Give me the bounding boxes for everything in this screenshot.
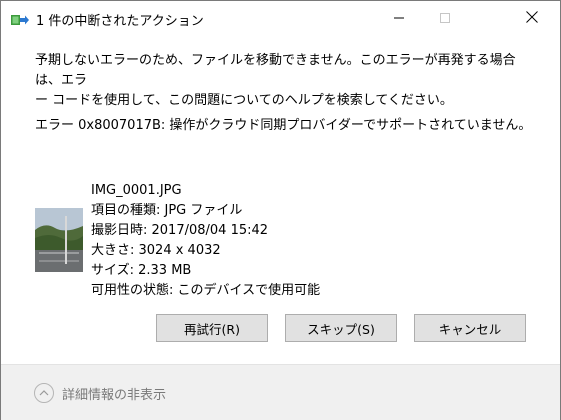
minimize-icon	[394, 8, 404, 27]
error-message-line2: ー コードを使用して、この問題についてのヘルプを検索してください。	[35, 93, 453, 108]
file-dimensions: 大きさ: 3024 x 4032	[91, 243, 221, 258]
window-title: 1 件の中断されたアクション	[36, 14, 204, 29]
chevron-up-icon	[34, 383, 54, 403]
cancel-button[interactable]: キャンセル	[414, 314, 526, 342]
error-message-line1: 予期しないエラーのため、ファイルを移動できません。このエラーが再発する場合は、エ…	[35, 53, 516, 88]
close-icon	[526, 8, 538, 27]
file-transfer-icon	[11, 12, 29, 26]
error-code-text: エラー 0x8007017B: 操作がクラウド同期プロバイダーでサポートされてい…	[35, 118, 532, 133]
file-name: IMG_0001.JPG	[91, 183, 182, 198]
retry-button[interactable]: 再試行(R)	[156, 314, 268, 342]
skip-button[interactable]: スキップ(S)	[285, 314, 397, 342]
close-button[interactable]	[509, 1, 555, 33]
error-message: 予期しないエラーのため、ファイルを移動できません。このエラーが再発する場合は、エ…	[35, 51, 535, 111]
details-toggle-label: 詳細情報の非表示	[62, 387, 167, 403]
file-availability: 可用性の状態: このデバイスで使用可能	[91, 283, 321, 298]
dialog-body: 予期しないエラーのため、ファイルを移動できません。このエラーが再発する場合は、エ…	[1, 37, 560, 364]
file-thumbnail	[35, 208, 83, 272]
maximize-button[interactable]	[422, 1, 468, 33]
dialog-footer: 詳細情報の非表示	[1, 364, 560, 420]
file-details: IMG_0001.JPG 項目の種類: JPG ファイル 撮影日時: 2017/…	[91, 181, 320, 301]
file-size: サイズ: 2.33 MB	[91, 263, 192, 278]
maximize-icon	[440, 8, 450, 27]
file-date-taken: 撮影日時: 2017/08/04 15:42	[91, 223, 269, 238]
dialog-window: 1 件の中断されたアクション 予期しないエラーのため、ファイルを移動できません。…	[0, 0, 561, 420]
file-type: 項目の種類: JPG ファイル	[91, 203, 243, 218]
details-toggle[interactable]: 詳細情報の非表示	[34, 381, 166, 405]
title-bar: 1 件の中断されたアクション	[1, 1, 560, 37]
minimize-button[interactable]	[376, 1, 422, 33]
